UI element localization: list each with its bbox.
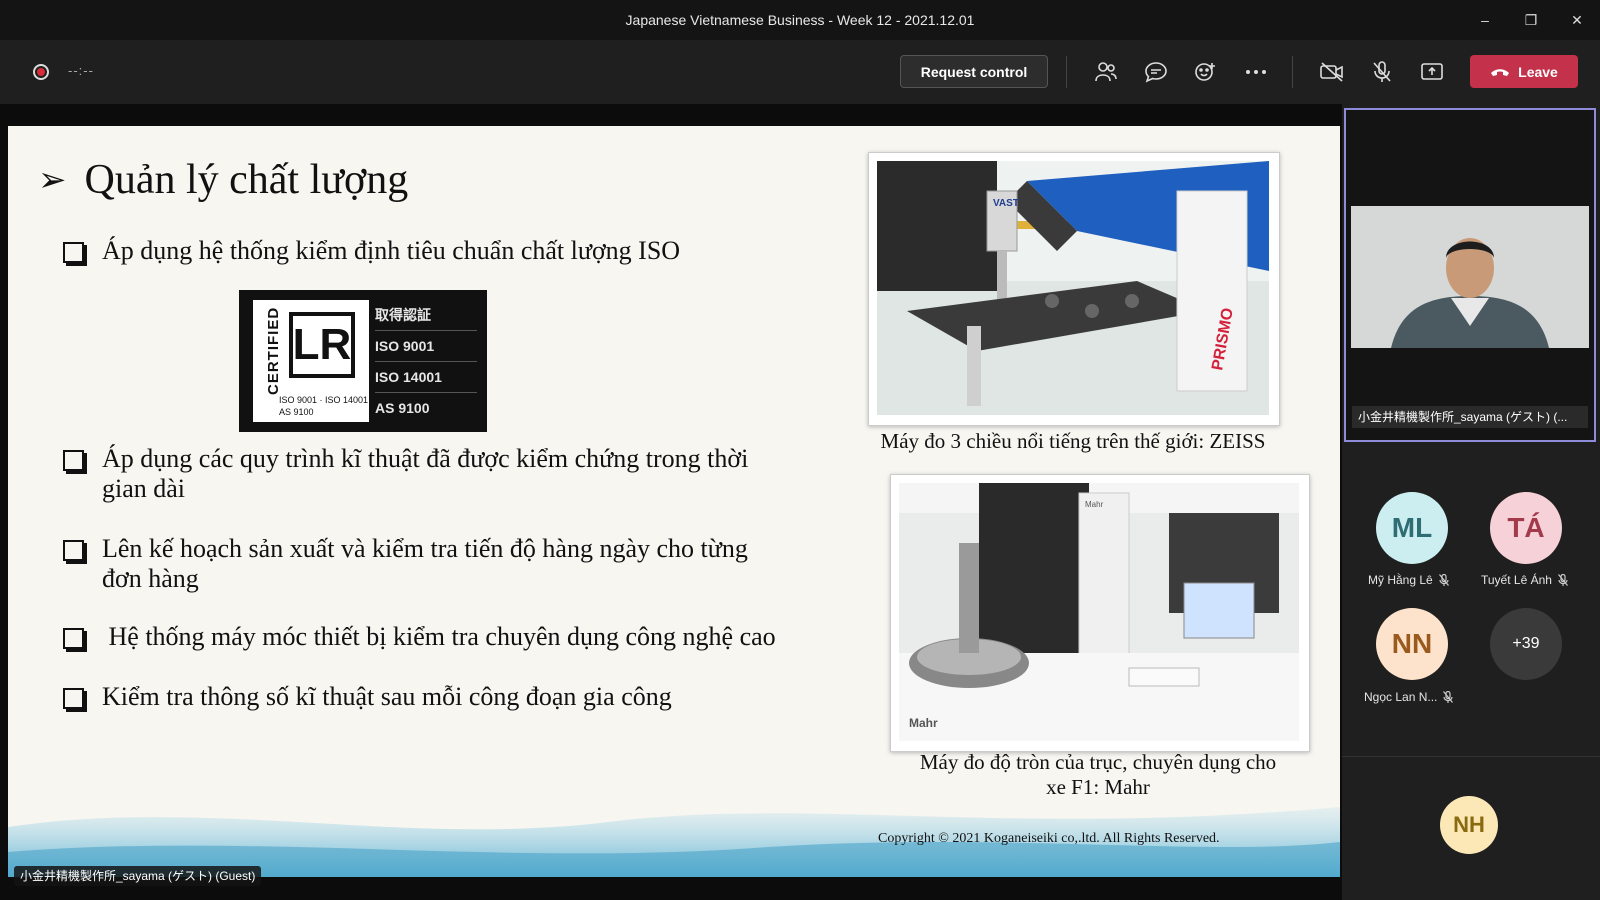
checkbox-bullet-icon <box>63 450 84 471</box>
participants-icon[interactable] <box>1088 54 1124 90</box>
reactions-icon[interactable] <box>1188 54 1224 90</box>
participant-avatar[interactable]: ML <box>1376 492 1448 564</box>
speaker-video <box>1351 206 1589 348</box>
participant-avatar[interactable]: TÁ <box>1490 492 1562 564</box>
participant-name: Tuyết Lê Ánh <box>1481 573 1568 587</box>
phone-hangup-icon <box>1491 68 1510 76</box>
svg-text:Mahr: Mahr <box>1085 500 1104 509</box>
request-control-button[interactable]: Request control <box>900 55 1048 88</box>
svg-text:VAST: VAST <box>993 198 1019 209</box>
leave-label: Leave <box>1518 63 1558 80</box>
lr-logo-icon: LR <box>289 312 355 378</box>
more-options-icon[interactable] <box>1238 54 1274 90</box>
chat-icon[interactable] <box>1138 54 1174 90</box>
bullet-item: Áp dụng các quy trình kĩ thuật đã được k… <box>63 444 793 504</box>
close-button[interactable]: ✕ <box>1554 0 1600 40</box>
bullet-item: Áp dụng hệ thống kiểm định tiêu chuẩn ch… <box>63 236 763 266</box>
mic-muted-icon <box>1438 574 1449 586</box>
camera-off-icon[interactable] <box>1314 54 1350 90</box>
arrow-bullet-icon: ➢ <box>38 162 67 199</box>
photo2-caption: Máy đo độ tròn của trục, chuyên dụng cho… <box>919 750 1277 799</box>
cert-item: ISO 14001 <box>375 362 477 393</box>
meeting-toolbar: --:-- Request control Leave <box>0 40 1600 104</box>
toolbar-divider <box>1066 56 1067 88</box>
certified-text: CERTIFIED <box>265 306 282 395</box>
iso-certificate-logo: CERTIFIED LR ISO 9001 · ISO 14001 AS 910… <box>239 290 487 432</box>
participant-name: Mỹ Hằng Lê <box>1368 573 1449 587</box>
share-screen-icon[interactable] <box>1414 54 1450 90</box>
minimize-button[interactable]: – <box>1462 0 1508 40</box>
self-avatar[interactable]: NH <box>1440 796 1498 854</box>
slide-title-text: Quản lý chất lượng <box>84 157 409 203</box>
restore-button[interactable]: ❐ <box>1508 0 1554 40</box>
bullet-item: Kiểm tra thông số kĩ thuật sau mỗi công … <box>63 682 823 712</box>
slide-copyright: Copyright © 2021 Koganeiseiki co,.ltd. A… <box>878 831 1220 846</box>
participant-avatar[interactable]: NN <box>1376 608 1448 680</box>
leave-button[interactable]: Leave <box>1470 55 1578 88</box>
window-controls: – ❐ ✕ <box>1462 0 1600 40</box>
title-bar: Japanese Vietnamese Business - Week 12 -… <box>0 0 1600 40</box>
zeiss-cmm-photo: PRISMO VAST <box>868 152 1280 426</box>
cert-item: AS 9100 <box>375 400 430 416</box>
cert-item: ISO 9001 <box>375 331 477 362</box>
speaker-video-tile[interactable]: 小金井精機製作所_sayama (ゲスト) (... <box>1344 108 1596 442</box>
bullet-item: Lên kế hoạch sản xuất và kiểm tra tiến đ… <box>63 534 793 594</box>
cert-header: 取得認証 <box>375 300 477 331</box>
window-title: Japanese Vietnamese Business - Week 12 -… <box>625 12 975 28</box>
photo1-caption: Máy đo 3 chiều nổi tiếng trên thế giới: … <box>880 429 1266 453</box>
mahr-machine-photo: Mahr Mahr <box>890 474 1310 752</box>
presenter-name-label: 小金井精機製作所_sayama (ゲスト) (Guest) <box>14 866 262 886</box>
checkbox-bullet-icon <box>63 628 84 649</box>
shared-slide: ➢ Quản lý chất lượng Áp dụng hệ thống ki… <box>8 126 1340 877</box>
panel-divider <box>1342 756 1600 757</box>
speaker-name-label: 小金井精機製作所_sayama (ゲスト) (... <box>1352 406 1588 428</box>
checkbox-bullet-icon <box>63 540 84 561</box>
svg-text:Mahr: Mahr <box>909 716 938 730</box>
more-participants-button[interactable]: +39 <box>1490 608 1562 680</box>
checkbox-bullet-icon <box>63 242 84 263</box>
toolbar-divider <box>1292 56 1293 88</box>
participant-name: Ngọc Lan N... <box>1364 690 1454 704</box>
cert-list: 取得認証 ISO 9001 ISO 14001 AS 9100 <box>375 300 477 423</box>
recording-icon <box>33 64 49 80</box>
meeting-timer: --:-- <box>68 63 94 78</box>
checkbox-bullet-icon <box>63 688 84 709</box>
mic-muted-icon <box>1443 691 1454 703</box>
slide-title: ➢ Quản lý chất lượng <box>38 156 408 204</box>
bullet-item: Hệ thống máy móc thiết bị kiểm tra chuyê… <box>63 622 823 652</box>
mic-muted-icon <box>1557 574 1568 586</box>
mic-off-icon[interactable] <box>1364 54 1400 90</box>
